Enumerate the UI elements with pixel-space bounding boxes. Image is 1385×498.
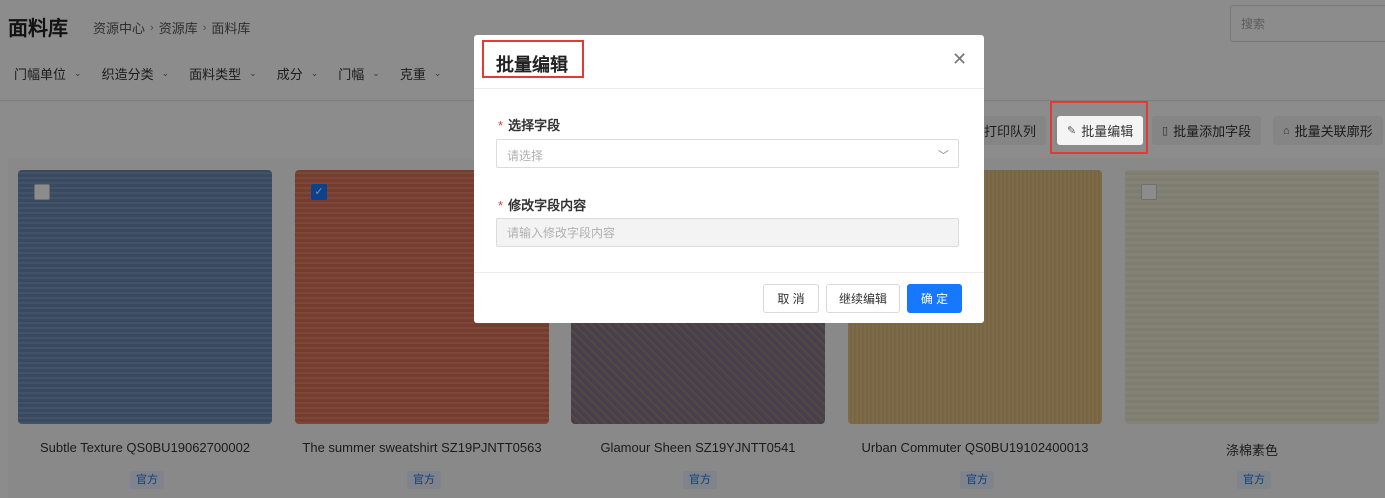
chevron-down-icon: ﹀ (938, 150, 949, 162)
continue-edit-button[interactable]: 继续编辑 (826, 284, 900, 313)
field-content-label: * 修改字段内容 (498, 195, 586, 214)
close-icon[interactable]: ✕ (952, 49, 967, 70)
pencil-icon: ✎ (1067, 125, 1077, 137)
confirm-button[interactable]: 确 定 (907, 284, 962, 313)
batch-edit-label: 批量编辑 (1081, 124, 1134, 139)
select-field-label-text: 选择字段 (508, 118, 561, 133)
required-asterisk: * (498, 198, 504, 213)
cancel-button[interactable]: 取 消 (763, 284, 819, 313)
select-placeholder: 请选择 (507, 149, 544, 163)
modal-title: 批量编辑 (496, 55, 568, 75)
required-asterisk: * (498, 118, 504, 133)
select-field-label: * 选择字段 (498, 115, 560, 134)
select-field-dropdown[interactable]: 请选择 ﹀ (496, 139, 959, 168)
field-content-input-wrapper (496, 218, 959, 247)
modal-header: 批量编辑 ✕ (474, 35, 984, 89)
field-content-input[interactable] (497, 219, 958, 246)
field-content-label-text: 修改字段内容 (508, 198, 587, 213)
batch-edit-modal: 批量编辑 ✕ * 选择字段 请选择 ﹀ * 修改字段内容 取 消 继续编辑 确 定 (474, 35, 984, 323)
batch-edit-button-highlighted[interactable]: ✎ 批量编辑 (1057, 116, 1144, 145)
modal-footer-divider (474, 272, 984, 273)
